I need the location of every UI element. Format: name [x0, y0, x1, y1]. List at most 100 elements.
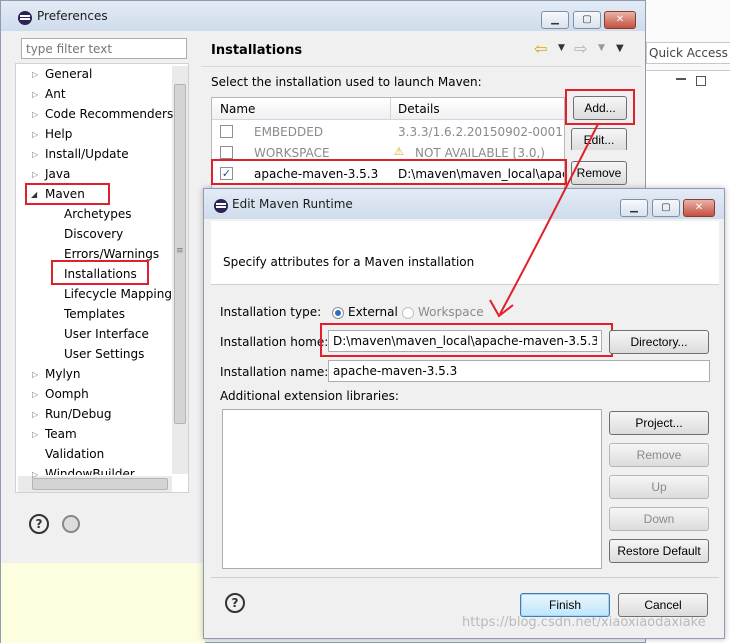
tree-item-general[interactable]: General	[45, 67, 92, 81]
installation-home-label: Installation home:	[220, 335, 329, 349]
tree-hscroll-thumb[interactable]	[32, 478, 168, 490]
workspace-radio-label[interactable]: Workspace	[418, 305, 484, 319]
cancel-button[interactable]: Cancel	[618, 593, 708, 617]
row-checkbox[interactable]	[220, 125, 233, 138]
dialog-description-area: Specify attributes for a Maven installat…	[211, 221, 719, 285]
highlight-add-button	[565, 89, 635, 125]
preferences-titlebar: Preferences ▁ ▢ ✕	[1, 1, 645, 31]
highlight-maven	[25, 183, 110, 205]
dialog-titlebar: Edit Maven Runtime ▁ ▢ ✕	[204, 189, 724, 219]
tree-item-lifecycle-mapping[interactable]: Lifecycle Mapping	[64, 287, 172, 301]
remove-library-button[interactable]: Remove	[609, 443, 709, 467]
forward-arrow-icon[interactable]: ⇨	[574, 39, 587, 58]
col-details-header[interactable]: Details	[398, 102, 440, 116]
tree-item-help[interactable]: Help	[45, 127, 72, 141]
workspace-radio[interactable]	[402, 307, 414, 319]
maximize-view-icon[interactable]	[696, 76, 706, 86]
expand-arrow-icon[interactable]: ▷	[32, 90, 38, 99]
instruction-text: Select the installation used to launch M…	[211, 75, 482, 89]
external-radio[interactable]	[332, 307, 344, 319]
expand-arrow-icon[interactable]: ▷	[32, 170, 38, 179]
tree-item-team[interactable]: Team	[45, 427, 77, 441]
highlight-home-input	[320, 323, 613, 357]
dialog-minimize-button[interactable]: ▁	[620, 199, 648, 217]
page-header: Installations ⇦ ▼ ⇨ ▼ ▼	[201, 35, 641, 67]
expand-arrow-icon[interactable]: ▷	[32, 390, 38, 399]
tree-item-oomph[interactable]: Oomph	[45, 387, 89, 401]
tree-item-templates[interactable]: Templates	[64, 307, 125, 321]
view-menu-icon[interactable]: ▼	[616, 43, 624, 54]
expand-arrow-icon[interactable]: ▷	[32, 150, 38, 159]
quick-access-field[interactable]: Quick Access	[646, 42, 730, 64]
expand-arrow-icon[interactable]: ▷	[32, 110, 38, 119]
forward-dropdown-icon[interactable]: ▼	[598, 43, 605, 53]
eclipse-icon	[214, 199, 228, 213]
tree-item-java[interactable]: Java	[45, 167, 70, 181]
table-row[interactable]: EMBEDDED 3.3.3/1.6.2.20150902-0001	[212, 121, 564, 142]
edit-maven-runtime-dialog: Edit Maven Runtime ▁ ▢ ✕ Specify attribu…	[203, 188, 725, 639]
watermark: https://blog.csdn.net/xiaoxiaodaxiake	[462, 615, 706, 630]
minimize-button[interactable]: ▁	[541, 11, 569, 29]
project-button[interactable]: Project...	[609, 411, 709, 435]
minimize-view-icon[interactable]	[676, 78, 686, 80]
bottom-strip	[1, 563, 205, 643]
expand-arrow-icon[interactable]: ▷	[32, 410, 38, 419]
expand-arrow-icon[interactable]: ▷	[32, 430, 38, 439]
preferences-title: Preferences	[37, 9, 108, 23]
tree-horizontal-scrollbar[interactable]	[18, 476, 172, 492]
back-arrow-icon[interactable]: ⇦	[534, 39, 547, 58]
highlight-installations	[51, 260, 149, 285]
extension-libraries-list[interactable]	[222, 409, 602, 569]
down-button[interactable]: Down	[609, 507, 709, 531]
row-checkbox[interactable]	[220, 146, 233, 159]
tree-item-user-settings[interactable]: User Settings	[64, 347, 144, 361]
help-icon[interactable]: ?	[29, 514, 49, 534]
up-button[interactable]: Up	[609, 475, 709, 499]
filter-input[interactable]	[21, 38, 187, 59]
edit-button[interactable]: Edit...	[571, 128, 627, 150]
back-dropdown-icon[interactable]: ▼	[558, 43, 565, 53]
col-name-header[interactable]: Name	[220, 102, 255, 116]
restore-default-button[interactable]: Restore Default	[609, 539, 709, 563]
quick-access-label: Quick Access	[649, 46, 728, 60]
installation-name-label: Installation name:	[220, 365, 329, 379]
expand-arrow-icon[interactable]: ▷	[32, 130, 38, 139]
tree-item-ant[interactable]: Ant	[45, 87, 66, 101]
tree-item-code-recommenders[interactable]: Code Recommenders	[45, 107, 173, 121]
expand-arrow-icon[interactable]: ▷	[32, 70, 38, 79]
tree-item-errors-warnings[interactable]: Errors/Warnings	[64, 247, 159, 261]
tree-vertical-scrollbar[interactable]: ≡	[172, 66, 188, 474]
maximize-button[interactable]: ▢	[573, 11, 601, 29]
expand-arrow-icon[interactable]: ▷	[32, 370, 38, 379]
close-button[interactable]: ✕	[604, 11, 636, 29]
finish-button[interactable]: Finish	[520, 593, 610, 617]
expand-arrow-icon[interactable]: ▷	[32, 470, 38, 479]
dialog-separator	[211, 577, 719, 578]
scroll-grip-icon: ≡	[176, 246, 184, 256]
highlight-apache-row	[211, 159, 567, 185]
tree-item-archetypes[interactable]: Archetypes	[64, 207, 132, 221]
directory-button[interactable]: Directory...	[609, 330, 709, 354]
row-name: WORKSPACE	[254, 146, 330, 160]
import-export-icon[interactable]	[62, 515, 80, 533]
row-details: NOT AVAILABLE [3.0,)	[415, 146, 545, 160]
tree-item-discovery[interactable]: Discovery	[64, 227, 123, 241]
remove-installation-button[interactable]: Remove	[571, 161, 627, 185]
tree-item-install-update[interactable]: Install/Update	[45, 147, 129, 161]
row-details: 3.3.3/1.6.2.20150902-0001	[398, 125, 563, 139]
dialog-maximize-button[interactable]: ▢	[652, 199, 680, 217]
row-name: EMBEDDED	[254, 125, 324, 139]
dialog-help-icon[interactable]: ?	[225, 593, 245, 613]
tree-item-mylyn[interactable]: Mylyn	[45, 367, 81, 381]
tree-item-validation[interactable]: Validation	[45, 447, 104, 461]
table-header: Name Details	[212, 98, 564, 120]
installation-type-label: Installation type:	[220, 305, 322, 319]
external-radio-label[interactable]: External	[348, 305, 398, 319]
tree-item-run-debug[interactable]: Run/Debug	[45, 407, 112, 421]
warning-icon: ⚠	[394, 145, 404, 158]
dialog-description: Specify attributes for a Maven installat…	[223, 255, 475, 269]
tree-item-user-interface[interactable]: User Interface	[64, 327, 149, 341]
page-title: Installations	[211, 43, 303, 58]
installation-name-input[interactable]	[328, 360, 710, 382]
dialog-close-button[interactable]: ✕	[683, 199, 715, 217]
